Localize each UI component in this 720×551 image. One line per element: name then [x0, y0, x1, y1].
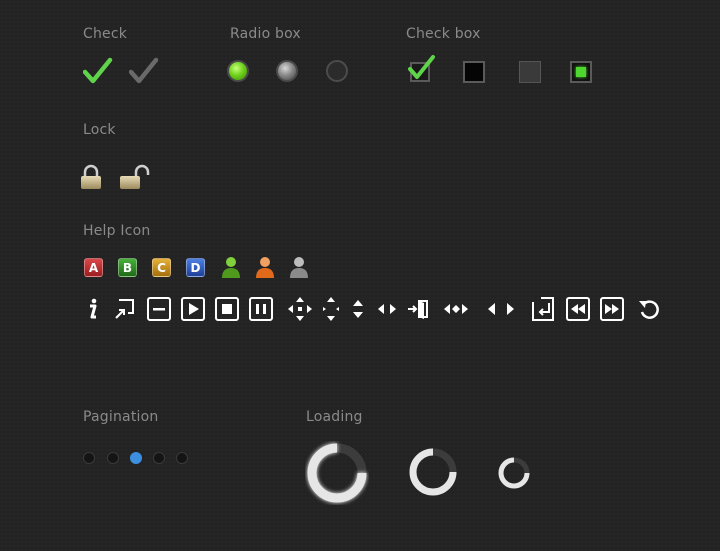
play-icon-disabled	[180, 296, 206, 322]
pause-icon-disabled	[248, 296, 274, 322]
return-icon-disabled	[531, 296, 557, 322]
user-green-icon[interactable]	[220, 255, 242, 279]
rewind-icon-disabled	[565, 296, 591, 322]
loading-section-label: Loading	[306, 409, 363, 425]
pagination-dot-3-active[interactable]	[130, 452, 142, 464]
pagination-section-label: Pagination	[83, 409, 159, 425]
loading-spinner-small	[497, 456, 531, 490]
lock-open-icon[interactable]	[119, 164, 151, 190]
refresh-icon-disabled	[636, 296, 662, 322]
help-section-label: Help Icon	[83, 223, 151, 239]
pagination-dot-4[interactable]	[153, 452, 165, 464]
external-link-icon-disabled	[112, 296, 138, 322]
user-gray-icon[interactable]	[288, 255, 310, 279]
up-down-arrows-icon-disabled	[345, 296, 371, 322]
left-right-arrows-icon-disabled	[374, 296, 400, 322]
pagination-dot-5[interactable]	[176, 452, 188, 464]
fast-forward-icon-disabled	[599, 296, 625, 322]
loading-spinner-large	[305, 441, 369, 505]
vertical-resize-icon-disabled	[318, 296, 344, 322]
lock-section-label: Lock	[83, 122, 116, 138]
info-icon-disabled	[80, 296, 106, 322]
lock-closed-icon[interactable]	[80, 164, 102, 190]
pagination-dot-2[interactable]	[107, 452, 119, 464]
move-icon-disabled	[287, 296, 313, 322]
help-letter-d[interactable]: D	[186, 258, 205, 277]
help-letter-c[interactable]: C	[152, 258, 171, 277]
help-letter-b[interactable]: B	[118, 258, 137, 277]
minimize-icon-disabled	[146, 296, 172, 322]
prev-next-icon-disabled	[485, 296, 514, 322]
enter-door-icon-disabled	[405, 296, 431, 322]
horizontal-resize-icon-disabled	[443, 296, 469, 322]
loading-spinner-medium	[407, 446, 459, 498]
help-letter-a[interactable]: A	[84, 258, 103, 277]
pagination-dot-1[interactable]	[83, 452, 95, 464]
stop-icon-disabled	[214, 296, 240, 322]
user-orange-icon[interactable]	[254, 255, 276, 279]
